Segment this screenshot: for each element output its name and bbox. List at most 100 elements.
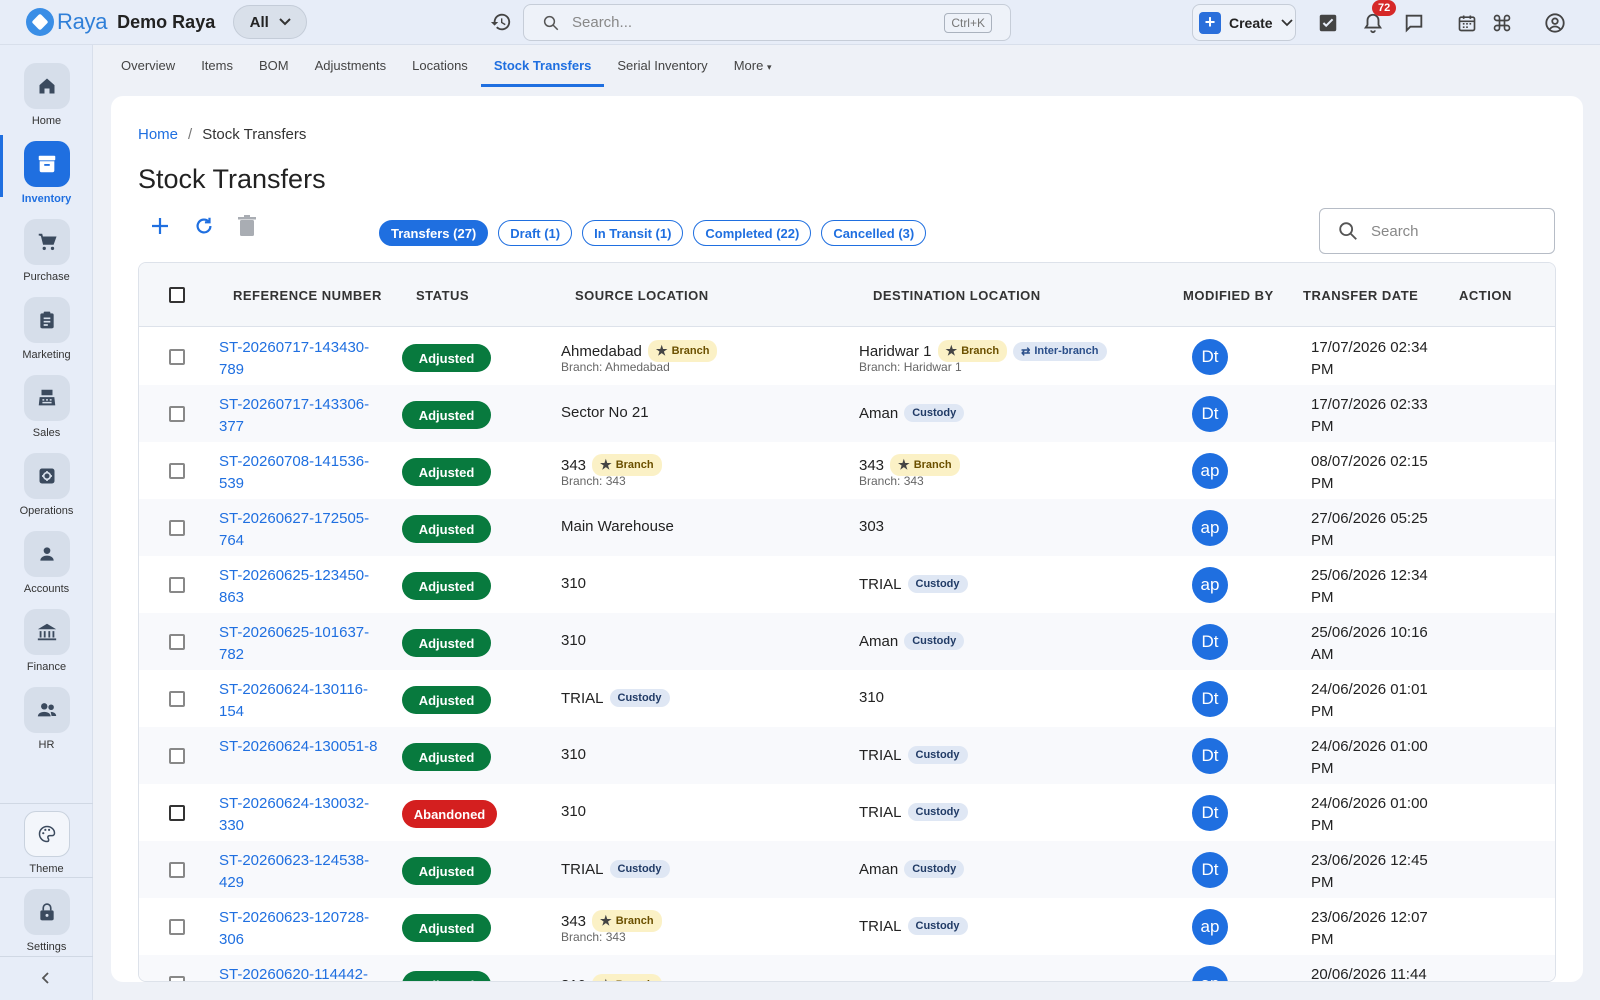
column-header-status[interactable]: STATUS xyxy=(416,288,469,303)
table-row[interactable]: ST-20260708-141536- 539 Adjusted 343 ★ Branch… xyxy=(139,442,1555,500)
filter-chip-transfers[interactable]: Transfers (27) xyxy=(379,220,489,246)
sidebar-item-marketing[interactable]: Marketing xyxy=(0,291,93,369)
row-checkbox[interactable] xyxy=(169,634,185,650)
reference-link[interactable]: ST-20260623-124538- 429 xyxy=(219,850,389,894)
global-search-input[interactable] xyxy=(572,14,932,31)
reference-link[interactable]: ST-20260624-130116- 154 xyxy=(219,679,389,723)
reference-link[interactable]: ST-20260624-130051-8 xyxy=(219,736,389,758)
row-checkbox[interactable] xyxy=(169,406,185,422)
history-icon[interactable] xyxy=(490,11,512,33)
sidebar-item-sales[interactable]: Sales xyxy=(0,369,93,447)
row-checkbox[interactable] xyxy=(169,349,185,365)
global-search[interactable]: Ctrl+K xyxy=(523,4,1011,41)
tab-items[interactable]: Items xyxy=(200,45,234,87)
reference-link[interactable]: ST-20260708-141536- 539 xyxy=(219,451,389,495)
row-checkbox[interactable] xyxy=(169,577,185,593)
reference-link[interactable]: ST-20260627-172505- 764 xyxy=(219,508,389,552)
tab-serial-inventory[interactable]: Serial Inventory xyxy=(616,45,708,87)
add-icon[interactable] xyxy=(148,214,172,238)
sidebar-item-inventory[interactable]: Inventory xyxy=(0,135,93,213)
sidebar-item-hr[interactable]: HR xyxy=(0,681,93,759)
tab-adjustments[interactable]: Adjustments xyxy=(314,45,388,87)
column-header-transfer-date[interactable]: TRANSFER DATE xyxy=(1303,288,1418,303)
filter-chip-draft[interactable]: Draft (1) xyxy=(498,220,573,246)
table-search-input[interactable] xyxy=(1371,222,1531,240)
tasks-icon[interactable] xyxy=(1315,10,1341,36)
table-search[interactable] xyxy=(1319,208,1555,254)
reference-link[interactable]: ST-20260625-123450- 863 xyxy=(219,565,389,609)
row-checkbox[interactable] xyxy=(169,520,185,536)
sidebar-item-purchase[interactable]: Purchase xyxy=(0,213,93,291)
avatar[interactable]: ap xyxy=(1192,567,1228,603)
transfer-date: 25/06/2026 12:34 PM xyxy=(1311,565,1441,609)
account-icon[interactable] xyxy=(1542,10,1568,36)
filter-chip-completed[interactable]: Completed (22) xyxy=(693,220,812,246)
reference-link[interactable]: ST-20260717-143430- 789 xyxy=(219,337,389,381)
column-header-modified-by[interactable]: MODIFIED BY xyxy=(1183,288,1274,303)
avatar[interactable]: ap xyxy=(1192,966,1228,981)
column-header-destination[interactable]: DESTINATION LOCATION xyxy=(873,288,1041,303)
avatar[interactable]: ap xyxy=(1192,510,1228,546)
reference-link[interactable]: ST-20260717-143306- 377 xyxy=(219,394,389,438)
row-checkbox[interactable] xyxy=(169,862,185,878)
table-row[interactable]: ST-20260623-120728- 306 Adjusted 343 ★ Branch… xyxy=(139,898,1555,956)
reference-link[interactable]: ST-20260625-101637- 782 xyxy=(219,622,389,666)
row-checkbox[interactable] xyxy=(169,463,185,479)
sidebar-item-finance[interactable]: Finance xyxy=(0,603,93,681)
breadcrumb: Home / Stock Transfers xyxy=(138,126,306,143)
table-row[interactable]: ST-20260623-124538- 429 Adjusted TRIAL Custo… xyxy=(139,841,1555,899)
table-row[interactable]: ST-20260625-123450- 863 Adjusted 310 TRIAL Cu… xyxy=(139,556,1555,614)
app-logo[interactable]: Raya xyxy=(26,8,107,36)
avatar[interactable]: Dt xyxy=(1192,624,1228,660)
avatar[interactable]: Dt xyxy=(1192,339,1228,375)
tab-locations[interactable]: Locations xyxy=(411,45,469,87)
command-icon[interactable] xyxy=(1489,10,1515,36)
avatar[interactable]: ap xyxy=(1192,909,1228,945)
row-checkbox[interactable] xyxy=(169,919,185,935)
scope-selector[interactable]: All xyxy=(233,5,308,39)
reference-link[interactable]: ST-20260624-130032- 330 xyxy=(219,793,389,837)
table-row[interactable]: ST-20260624-130032- 330 Abandoned 310 TRIAL C… xyxy=(139,784,1555,842)
breadcrumb-home[interactable]: Home xyxy=(138,126,178,143)
chat-icon[interactable] xyxy=(1401,10,1427,36)
table-row[interactable]: ST-20260717-143430- 789 Adjusted Ahmedabad ★… xyxy=(139,328,1555,386)
avatar[interactable]: Dt xyxy=(1192,396,1228,432)
avatar[interactable]: Dt xyxy=(1192,795,1228,831)
table-row[interactable]: ST-20260620-114442- Adjusted 310 ★ Branch ap 2… xyxy=(139,955,1555,981)
create-button[interactable]: + Create xyxy=(1192,4,1296,41)
reference-link[interactable]: ST-20260623-120728- 306 xyxy=(219,907,389,951)
avatar[interactable]: Dt xyxy=(1192,738,1228,774)
row-checkbox[interactable] xyxy=(169,805,185,821)
row-checkbox[interactable] xyxy=(169,748,185,764)
sidebar-item-theme[interactable]: Theme xyxy=(0,805,93,883)
sidebar-item-operations[interactable]: Operations xyxy=(0,447,93,525)
status-badge: Adjusted xyxy=(402,572,491,600)
table-row[interactable]: ST-20260627-172505- 764 Adjusted Main Wareh… xyxy=(139,499,1555,557)
tab-stock-transfers[interactable]: Stock Transfers xyxy=(480,45,604,87)
refresh-icon[interactable] xyxy=(192,214,216,238)
row-checkbox[interactable] xyxy=(169,691,185,707)
select-all-checkbox[interactable] xyxy=(169,287,185,303)
sidebar-item-accounts[interactable]: Accounts xyxy=(0,525,93,603)
sidebar-item-settings[interactable]: Settings xyxy=(0,883,93,961)
column-header-reference[interactable]: REFERENCE NUMBER xyxy=(233,288,382,303)
filter-chip-cancelled[interactable]: Cancelled (3) xyxy=(821,220,927,246)
filter-chip-in-transit[interactable]: In Transit (1) xyxy=(582,220,684,246)
delete-icon[interactable] xyxy=(235,214,259,238)
tab-bom[interactable]: BOM xyxy=(258,45,290,87)
table-row[interactable]: ST-20260624-130051-8 Adjusted 310 TRIAL Cust… xyxy=(139,727,1555,785)
avatar[interactable]: ap xyxy=(1192,453,1228,489)
table-row[interactable]: ST-20260624-130116- 154 Adjusted TRIAL Custo… xyxy=(139,670,1555,728)
table-row[interactable]: ST-20260625-101637- 782 Adjusted 310 Aman Cus… xyxy=(139,613,1555,671)
sidebar-item-home[interactable]: Home xyxy=(0,57,93,135)
row-checkbox[interactable] xyxy=(169,976,185,981)
reference-link[interactable]: ST-20260620-114442- xyxy=(219,964,389,981)
table-row[interactable]: ST-20260717-143306- 377 Adjusted Sector No … xyxy=(139,385,1555,443)
calendar-icon[interactable] xyxy=(1454,10,1480,36)
tab-more[interactable]: More ▾ xyxy=(733,45,773,87)
column-header-source[interactable]: SOURCE LOCATION xyxy=(575,288,709,303)
avatar[interactable]: Dt xyxy=(1192,852,1228,888)
tab-overview[interactable]: Overview xyxy=(120,45,176,87)
avatar[interactable]: Dt xyxy=(1192,681,1228,717)
chevron-left-icon[interactable] xyxy=(38,970,54,986)
